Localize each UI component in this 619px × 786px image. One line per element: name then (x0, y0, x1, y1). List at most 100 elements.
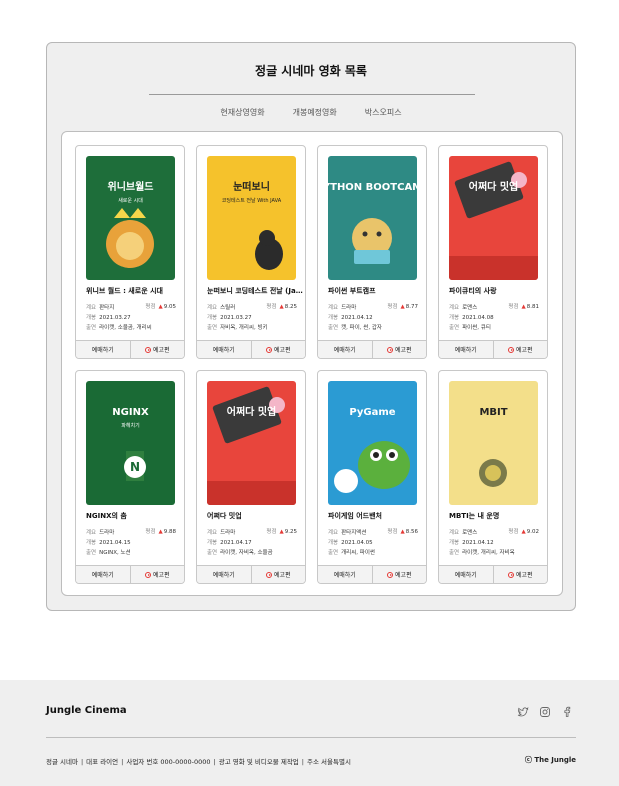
play-icon (386, 346, 393, 353)
movie-card[interactable]: MBIT MBTI는 내 운명 계요 로맨스 평점 ▲9.02 개봉 2021.04.12 출연… (438, 370, 548, 584)
star-icon: ▲ (400, 304, 405, 310)
poster-art: N NGINX 파헤치기 (86, 381, 175, 505)
tab-box-office[interactable]: 박스오피스 (365, 107, 402, 118)
movie-rating: 평점 ▲9.05 (145, 302, 176, 310)
rating-value: 8.81 (526, 304, 539, 310)
genre-label: 계요 (207, 530, 218, 536)
genre-label: 계요 (207, 305, 218, 311)
movie-cast: 출연 라이캣, 개리씨, 자비옥 (449, 548, 515, 556)
movie-poster[interactable]: PyGame (328, 381, 417, 505)
booking-button[interactable]: 예매하기 (439, 566, 493, 583)
movie-card[interactable]: 눈떠보니 코딩테스트 전날 With JAVA 눈떠보니 코딩테스트 전날 (Jav… (196, 145, 306, 359)
movie-card[interactable]: 위니브월드 새로운 시대 위니브 월드 : 새로운 시대 계요 판타지 평점 ▲9.05 개봉… (75, 145, 185, 359)
movie-title: 위니브 월드 : 새로운 시대 (86, 287, 163, 295)
poster-title: NGINX (112, 407, 149, 418)
movie-release: 개봉 2021.03.27 (207, 313, 252, 321)
company-address: 주소 서울특별시 (299, 756, 351, 766)
trailer-button[interactable]: 예고편 (371, 566, 427, 583)
release-value: 2021.04.15 (99, 540, 131, 546)
release-label: 개봉 (86, 540, 97, 546)
tab-coming-soon[interactable]: 개봉예정영화 (293, 107, 337, 118)
poster-art: 어쩌다 밋업 (449, 156, 538, 280)
star-icon: ▲ (158, 304, 163, 310)
trailer-button[interactable]: 예고편 (129, 341, 185, 358)
release-value: 2021.04.17 (220, 540, 252, 546)
booking-button-label: 예매하기 (454, 347, 477, 354)
movie-poster[interactable]: 어쩌다 밋업 (207, 381, 296, 505)
footer-brand: Jungle Cinema (46, 705, 127, 716)
twitter-icon[interactable] (517, 706, 529, 718)
movie-rating: 평점 ▲8.77 (387, 302, 418, 310)
movie-genre: 계요 로맨스 (449, 303, 477, 311)
movie-card[interactable]: PyGame 파이게임 어드밴처 계요 판타지액션 평점 ▲8.56 개봉 2021.04.0… (317, 370, 427, 584)
movie-release: 개봉 2021.04.17 (207, 538, 252, 546)
booking-button[interactable]: 예매하기 (197, 566, 251, 583)
movie-poster[interactable]: MBIT (449, 381, 538, 505)
booking-button[interactable]: 예매하기 (76, 566, 130, 583)
booking-button[interactable]: 예매하기 (76, 341, 130, 358)
booking-button[interactable]: 예매하기 (318, 566, 372, 583)
instagram-icon[interactable] (539, 706, 551, 718)
booking-button[interactable]: 예매하기 (318, 341, 372, 358)
cast-label: 출연 (86, 550, 97, 556)
movie-title: 파이썬 부트캠프 (328, 287, 376, 295)
rating-label: 평점 (145, 529, 156, 535)
poster-art: PYTHON BOOTCAMP (328, 156, 417, 280)
rating-label: 평점 (508, 529, 519, 535)
facebook-icon[interactable] (561, 706, 573, 718)
movie-poster[interactable]: 눈떠보니 코딩테스트 전날 With JAVA (207, 156, 296, 280)
play-icon (265, 571, 272, 578)
star-icon: ▲ (521, 529, 526, 535)
movie-tabs: 현재상영영화 개봉예정영화 박스오피스 (47, 107, 575, 118)
trailer-button[interactable]: 예고편 (250, 566, 306, 583)
poster-art: 어쩌다 밋업 (207, 381, 296, 505)
trailer-button[interactable]: 예고편 (371, 341, 427, 358)
movie-poster[interactable]: N NGINX 파헤치기 (86, 381, 175, 505)
booking-button-label: 예매하기 (212, 347, 235, 354)
movie-poster[interactable]: 어쩌다 밋업 (449, 156, 538, 280)
cast-value: 파이썬, 큐티 (462, 325, 491, 331)
play-icon (265, 346, 272, 353)
movie-release: 개봉 2021.04.12 (449, 538, 494, 546)
movie-card[interactable]: PYTHON BOOTCAMP 파이썬 부트캠프계요드라마 평점▲8.77 개봉202… (317, 145, 427, 359)
trailer-button[interactable]: 예고편 (129, 566, 185, 583)
rating-value: 9.05 (163, 304, 176, 310)
booking-button-label: 예매하기 (333, 572, 356, 579)
tab-now-showing[interactable]: 현재상영영화 (220, 107, 264, 118)
booking-button[interactable]: 예매하기 (197, 341, 251, 358)
movie-rating: 평점 ▲8.25 (266, 302, 297, 310)
card-actions: 예매하기 예고편 (439, 340, 547, 358)
movie-card[interactable]: 어쩌다 밋업 파이큐티의 사랑 계요 로맨스 평점 ▲8.81 개봉 2021.04.08 출연… (438, 145, 548, 359)
movie-card[interactable]: 어쩌다 밋업 어쩌다 밋업 계요 드라마 평점 ▲9.25 개봉 2021.04.17 출연 라이… (196, 370, 306, 584)
trailer-button-label: 예고편 (273, 572, 291, 579)
movie-rating: 평점 ▲9.02 (508, 527, 539, 535)
booking-button-label: 예매하기 (333, 347, 356, 354)
movie-genre: 계요 드라마 (328, 303, 356, 311)
company-name: 정글 시네마 (46, 758, 78, 766)
booking-button[interactable]: 예매하기 (439, 341, 493, 358)
cast-value: 라이캣, 소울곰, 개리씨 (99, 325, 152, 331)
cast-label: 출연 (328, 325, 339, 331)
release-value: 2021.04.12 (462, 540, 494, 546)
trailer-button[interactable]: 예고편 (250, 341, 306, 358)
trailer-button-label: 예고편 (515, 572, 533, 579)
movie-card[interactable]: N NGINX 파헤치기 NGINX의 춤 계요 드라마 평점 ▲9.88 개봉 2021.04.… (75, 370, 185, 584)
business-type: 광고 영화 및 비디오물 제작업 (211, 756, 299, 766)
poster-title: 위니브월드 (108, 180, 154, 193)
rating-value: 8.56 (405, 529, 418, 535)
movie-rating: 평점 ▲9.25 (266, 527, 297, 535)
genre-value: 드라마 (220, 530, 236, 536)
poster-art: 눈떠보니코딩테스트 전날 With JAVA (207, 156, 296, 280)
cast-label: 출연 (328, 550, 339, 556)
movie-poster[interactable]: 위니브월드 새로운 시대 (86, 156, 175, 280)
release-label: 개봉 (207, 315, 218, 321)
trailer-button[interactable]: 예고편 (492, 566, 548, 583)
movie-poster[interactable]: PYTHON BOOTCAMP (328, 156, 417, 280)
trailer-button[interactable]: 예고편 (492, 341, 548, 358)
movie-cast: 출연 라이캣, 소울곰, 개리씨 (86, 323, 152, 331)
cast-value: 자비옥, 개리씨, 빙키 (220, 325, 268, 331)
genre-value: 드라마 (99, 530, 115, 536)
movie-rating: 평점 ▲9.88 (145, 527, 176, 535)
cast-value: NGINX, 노션 (99, 550, 131, 556)
play-icon (386, 571, 393, 578)
